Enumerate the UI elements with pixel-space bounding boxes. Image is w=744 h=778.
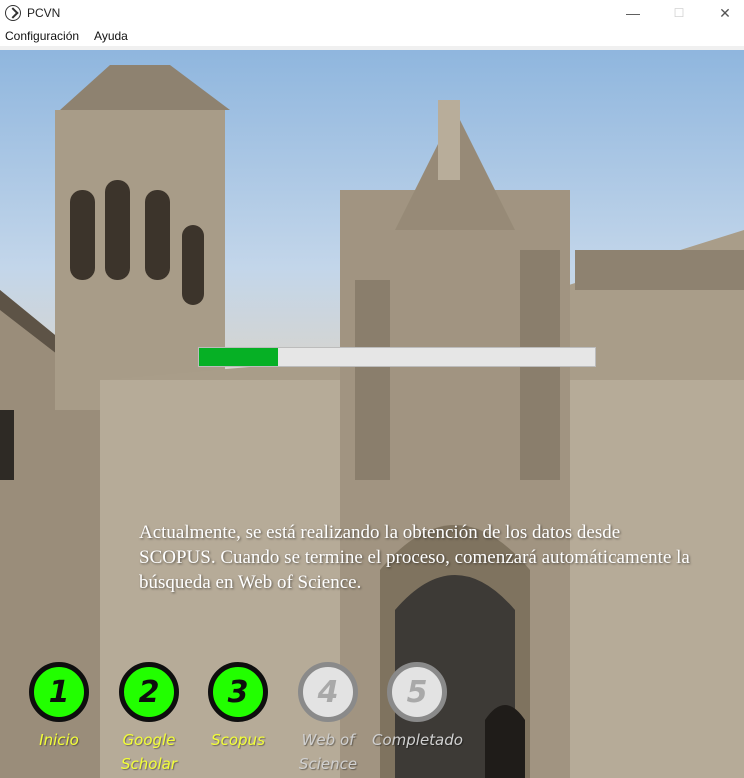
background-photo: Actualmente, se está realizando la obten… (0, 50, 744, 778)
status-message: Actualmente, se está realizando la obten… (139, 522, 690, 593)
step-4-badge: 4 (298, 662, 358, 722)
progress-fill (199, 348, 279, 366)
step-scopus: 3 Scopus (193, 662, 283, 752)
menu-bar: Configuración Ayuda (0, 26, 744, 46)
minimize-button[interactable]: — (610, 0, 656, 26)
progress-bar (198, 347, 596, 367)
step-google-scholar: 2 Google Scholar (104, 662, 194, 776)
step-2-badge: 2 (119, 662, 179, 722)
step-inicio: 1 Inicio (14, 662, 104, 752)
step-web-of-science: 4 Web of Science (283, 662, 373, 776)
step-3-label: Scopus (211, 731, 265, 749)
close-button[interactable]: ✕ (702, 0, 744, 26)
step-5-label: Completado (372, 731, 463, 749)
step-4-label: Web of Science (298, 731, 358, 773)
step-1-badge: 1 (29, 662, 89, 722)
menu-ayuda[interactable]: Ayuda (94, 29, 128, 43)
app-logo-icon (5, 5, 21, 21)
title-bar: PCVN — ☐ ✕ (0, 0, 744, 26)
step-2-label: Google Scholar (121, 731, 177, 773)
menu-configuracion[interactable]: Configuración (5, 29, 79, 43)
step-completado: 5 Completado (372, 662, 463, 752)
maximize-button[interactable]: ☐ (656, 0, 702, 26)
step-5-badge: 5 (387, 662, 447, 722)
step-3-badge: 3 (208, 662, 268, 722)
step-1-label: Inicio (39, 731, 79, 749)
window-title: PCVN (27, 6, 61, 20)
